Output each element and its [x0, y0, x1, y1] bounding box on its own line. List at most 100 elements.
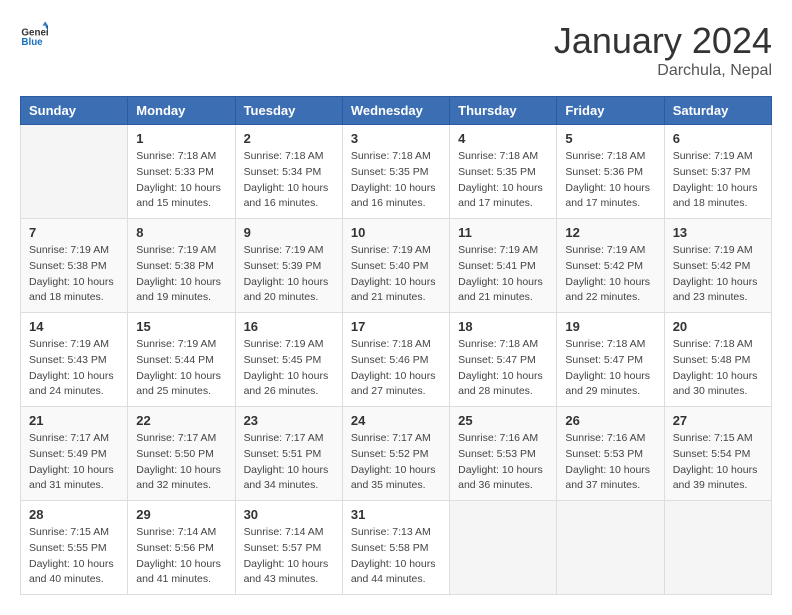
- calendar-cell: 21 Sunrise: 7:17 AM Sunset: 5:49 PM Dayli…: [21, 407, 128, 501]
- day-info: Sunrise: 7:15 AM Sunset: 5:55 PM Dayligh…: [29, 525, 119, 588]
- day-info: Sunrise: 7:19 AM Sunset: 5:40 PM Dayligh…: [351, 243, 441, 306]
- day-info: Sunrise: 7:14 AM Sunset: 5:56 PM Dayligh…: [136, 525, 226, 588]
- day-number: 22: [136, 413, 226, 428]
- day-info: Sunrise: 7:17 AM Sunset: 5:52 PM Dayligh…: [351, 431, 441, 494]
- calendar-cell: 30Sunrise: 7:14 AM Sunset: 5:57 PM Dayli…: [235, 501, 342, 595]
- calendar-cell: 2 Sunrise: 7:18 AM Sunset: 5:34 PM Daylig…: [235, 125, 342, 219]
- calendar-cell: 12Sunrise: 7:19 AM Sunset: 5:42 PM Dayli…: [557, 219, 664, 313]
- calendar-week-3: 14 Sunrise: 7:19 AM Sunset: 5:43 PM Dayli…: [21, 313, 772, 407]
- day-number: 6: [673, 131, 763, 146]
- calendar-cell: 15 Sunrise: 7:19 AM Sunset: 5:44 PM Dayli…: [128, 313, 235, 407]
- day-number: 23: [244, 413, 334, 428]
- day-info: Sunrise: 7:13 AM Sunset: 5:58 PM Dayligh…: [351, 525, 441, 588]
- day-number: 19: [565, 319, 655, 334]
- day-number: 25: [458, 413, 548, 428]
- day-number: 31: [351, 507, 441, 522]
- calendar-cell: 10 Sunrise: 7:19 AM Sunset: 5:40 PM Dayli…: [342, 219, 449, 313]
- calendar-cell: 7 Sunrise: 7:19 AM Sunset: 5:38 PM Daylig…: [21, 219, 128, 313]
- location: Darchula, Nepal: [554, 62, 772, 80]
- calendar-cell: 6 Sunrise: 7:19 AM Sunset: 5:37 PM Daylig…: [664, 125, 771, 219]
- day-info: Sunrise: 7:19 AM Sunset: 5:41 PM Dayligh…: [458, 243, 548, 306]
- page-header: General Blue January 2024 Darchula, Nepa…: [20, 20, 772, 80]
- column-header-wednesday: Wednesday: [342, 97, 449, 125]
- calendar-cell: 17Sunrise: 7:18 AM Sunset: 5:46 PM Dayli…: [342, 313, 449, 407]
- day-info: Sunrise: 7:18 AM Sunset: 5:35 PM Dayligh…: [458, 149, 548, 212]
- day-number: 4: [458, 131, 548, 146]
- calendar-cell: 5Sunrise: 7:18 AM Sunset: 5:36 PM Daylig…: [557, 125, 664, 219]
- day-number: 9: [244, 225, 334, 240]
- calendar-cell: 18 Sunrise: 7:18 AM Sunset: 5:47 PM Dayli…: [450, 313, 557, 407]
- month-title: January 2024: [554, 20, 772, 62]
- column-header-saturday: Saturday: [664, 97, 771, 125]
- calendar-cell: 28 Sunrise: 7:15 AM Sunset: 5:55 PM Dayli…: [21, 501, 128, 595]
- day-info: Sunrise: 7:17 AM Sunset: 5:50 PM Dayligh…: [136, 431, 226, 494]
- day-info: Sunrise: 7:19 AM Sunset: 5:43 PM Dayligh…: [29, 337, 119, 400]
- day-number: 18: [458, 319, 548, 334]
- day-number: 2: [244, 131, 334, 146]
- day-info: Sunrise: 7:18 AM Sunset: 5:48 PM Dayligh…: [673, 337, 763, 400]
- day-info: Sunrise: 7:19 AM Sunset: 5:39 PM Dayligh…: [244, 243, 334, 306]
- day-info: Sunrise: 7:19 AM Sunset: 5:42 PM Dayligh…: [565, 243, 655, 306]
- calendar-cell: 11 Sunrise: 7:19 AM Sunset: 5:41 PM Dayli…: [450, 219, 557, 313]
- calendar-cell: 22 Sunrise: 7:17 AM Sunset: 5:50 PM Dayli…: [128, 407, 235, 501]
- calendar-cell: [21, 125, 128, 219]
- day-info: Sunrise: 7:18 AM Sunset: 5:34 PM Dayligh…: [244, 149, 334, 212]
- calendar-cell: 26 Sunrise: 7:16 AM Sunset: 5:53 PM Dayli…: [557, 407, 664, 501]
- day-info: Sunrise: 7:19 AM Sunset: 5:44 PM Dayligh…: [136, 337, 226, 400]
- day-number: 10: [351, 225, 441, 240]
- day-number: 7: [29, 225, 119, 240]
- day-info: Sunrise: 7:19 AM Sunset: 5:37 PM Dayligh…: [673, 149, 763, 212]
- calendar-cell: 9 Sunrise: 7:19 AM Sunset: 5:39 PM Daylig…: [235, 219, 342, 313]
- calendar-cell: 1Sunrise: 7:18 AM Sunset: 5:33 PM Daylig…: [128, 125, 235, 219]
- day-number: 15: [136, 319, 226, 334]
- day-number: 28: [29, 507, 119, 522]
- day-number: 8: [136, 225, 226, 240]
- day-info: Sunrise: 7:19 AM Sunset: 5:45 PM Dayligh…: [244, 337, 334, 400]
- day-info: Sunrise: 7:18 AM Sunset: 5:46 PM Dayligh…: [351, 337, 441, 400]
- calendar-cell: 20Sunrise: 7:18 AM Sunset: 5:48 PM Dayli…: [664, 313, 771, 407]
- calendar-week-1: 1Sunrise: 7:18 AM Sunset: 5:33 PM Daylig…: [21, 125, 772, 219]
- column-header-thursday: Thursday: [450, 97, 557, 125]
- calendar-week-5: 28 Sunrise: 7:15 AM Sunset: 5:55 PM Dayli…: [21, 501, 772, 595]
- calendar-cell: 31 Sunrise: 7:13 AM Sunset: 5:58 PM Dayli…: [342, 501, 449, 595]
- day-info: Sunrise: 7:15 AM Sunset: 5:54 PM Dayligh…: [673, 431, 763, 494]
- calendar-cell: [664, 501, 771, 595]
- calendar-cell: 24 Sunrise: 7:17 AM Sunset: 5:52 PM Dayli…: [342, 407, 449, 501]
- calendar-cell: 13Sunrise: 7:19 AM Sunset: 5:42 PM Dayli…: [664, 219, 771, 313]
- day-number: 29: [136, 507, 226, 522]
- day-number: 26: [565, 413, 655, 428]
- column-header-sunday: Sunday: [21, 97, 128, 125]
- day-info: Sunrise: 7:19 AM Sunset: 5:38 PM Dayligh…: [29, 243, 119, 306]
- calendar-cell: [450, 501, 557, 595]
- column-header-monday: Monday: [128, 97, 235, 125]
- day-info: Sunrise: 7:16 AM Sunset: 5:53 PM Dayligh…: [565, 431, 655, 494]
- day-info: Sunrise: 7:17 AM Sunset: 5:49 PM Dayligh…: [29, 431, 119, 494]
- calendar-cell: 14 Sunrise: 7:19 AM Sunset: 5:43 PM Dayli…: [21, 313, 128, 407]
- calendar-cell: 25Sunrise: 7:16 AM Sunset: 5:53 PM Dayli…: [450, 407, 557, 501]
- calendar-cell: 19 Sunrise: 7:18 AM Sunset: 5:47 PM Dayli…: [557, 313, 664, 407]
- day-info: Sunrise: 7:19 AM Sunset: 5:42 PM Dayligh…: [673, 243, 763, 306]
- calendar-cell: 16Sunrise: 7:19 AM Sunset: 5:45 PM Dayli…: [235, 313, 342, 407]
- title-area: January 2024 Darchula, Nepal: [554, 20, 772, 80]
- calendar-header-row: SundayMondayTuesdayWednesdayThursdayFrid…: [21, 97, 772, 125]
- calendar-cell: 4 Sunrise: 7:18 AM Sunset: 5:35 PM Daylig…: [450, 125, 557, 219]
- day-number: 1: [136, 131, 226, 146]
- day-number: 11: [458, 225, 548, 240]
- calendar-cell: [557, 501, 664, 595]
- calendar-cell: 3Sunrise: 7:18 AM Sunset: 5:35 PM Daylig…: [342, 125, 449, 219]
- day-info: Sunrise: 7:18 AM Sunset: 5:47 PM Dayligh…: [458, 337, 548, 400]
- day-number: 21: [29, 413, 119, 428]
- calendar-cell: 27 Sunrise: 7:15 AM Sunset: 5:54 PM Dayli…: [664, 407, 771, 501]
- day-number: 14: [29, 319, 119, 334]
- calendar-table: SundayMondayTuesdayWednesdayThursdayFrid…: [20, 96, 772, 595]
- day-number: 27: [673, 413, 763, 428]
- calendar-cell: 23Sunrise: 7:17 AM Sunset: 5:51 PM Dayli…: [235, 407, 342, 501]
- calendar-cell: 29 Sunrise: 7:14 AM Sunset: 5:56 PM Dayli…: [128, 501, 235, 595]
- logo: General Blue: [20, 20, 48, 48]
- day-info: Sunrise: 7:19 AM Sunset: 5:38 PM Dayligh…: [136, 243, 226, 306]
- day-number: 24: [351, 413, 441, 428]
- day-info: Sunrise: 7:18 AM Sunset: 5:47 PM Dayligh…: [565, 337, 655, 400]
- day-number: 3: [351, 131, 441, 146]
- day-number: 5: [565, 131, 655, 146]
- logo-icon: General Blue: [20, 20, 48, 48]
